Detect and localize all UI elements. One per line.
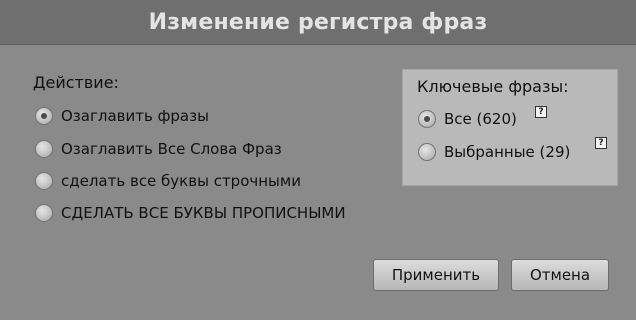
help-icon[interactable]: ? [535, 106, 547, 118]
radio-button[interactable] [418, 143, 436, 161]
dialog-title: Изменение регистра фраз [148, 9, 488, 35]
apply-button[interactable]: Применить [373, 259, 499, 291]
radio-option-uppercase[interactable]: СДЕЛАТЬ ВСЕ БУКВЫ ПРОПИСНЫМИ [35, 204, 346, 222]
dialog-titlebar[interactable]: Изменение регистра фраз [0, 0, 636, 45]
radio-option-lowercase[interactable]: сделать все буквы строчными [35, 172, 301, 190]
radio-label: Выбранные (29) [444, 143, 571, 161]
radio-button[interactable] [35, 140, 53, 158]
cancel-button[interactable]: Отмена [511, 259, 609, 291]
radio-option-capitalize-phrases[interactable]: Озаглавить фразы [35, 107, 209, 125]
radio-label: Озаглавить фразы [61, 107, 209, 125]
radio-option-selected-phrases[interactable]: Выбранные (29) [418, 143, 570, 161]
radio-button[interactable] [418, 110, 436, 128]
help-icon[interactable]: ? [595, 137, 607, 149]
radio-label: Все (620) [444, 110, 517, 128]
radio-button[interactable] [35, 204, 53, 222]
radio-label: сделать все буквы строчными [61, 172, 301, 190]
radio-label: СДЕЛАТЬ ВСЕ БУКВЫ ПРОПИСНЫМИ [61, 204, 346, 222]
radio-button[interactable] [35, 172, 53, 190]
radio-option-all-phrases[interactable]: Все (620) [418, 110, 517, 128]
radio-option-capitalize-all-words[interactable]: Озаглавить Все Слова Фраз [35, 140, 282, 158]
keyphrases-panel: Ключевые фразы: Все (620) ? Выбранные (2… [402, 69, 618, 186]
radio-label: Озаглавить Все Слова Фраз [61, 140, 282, 158]
action-label: Действие: [33, 73, 119, 92]
keyphrases-label: Ключевые фразы: [417, 77, 569, 96]
radio-button[interactable] [35, 107, 53, 125]
change-case-dialog: Изменение регистра фраз Действие: Озагла… [0, 0, 636, 320]
